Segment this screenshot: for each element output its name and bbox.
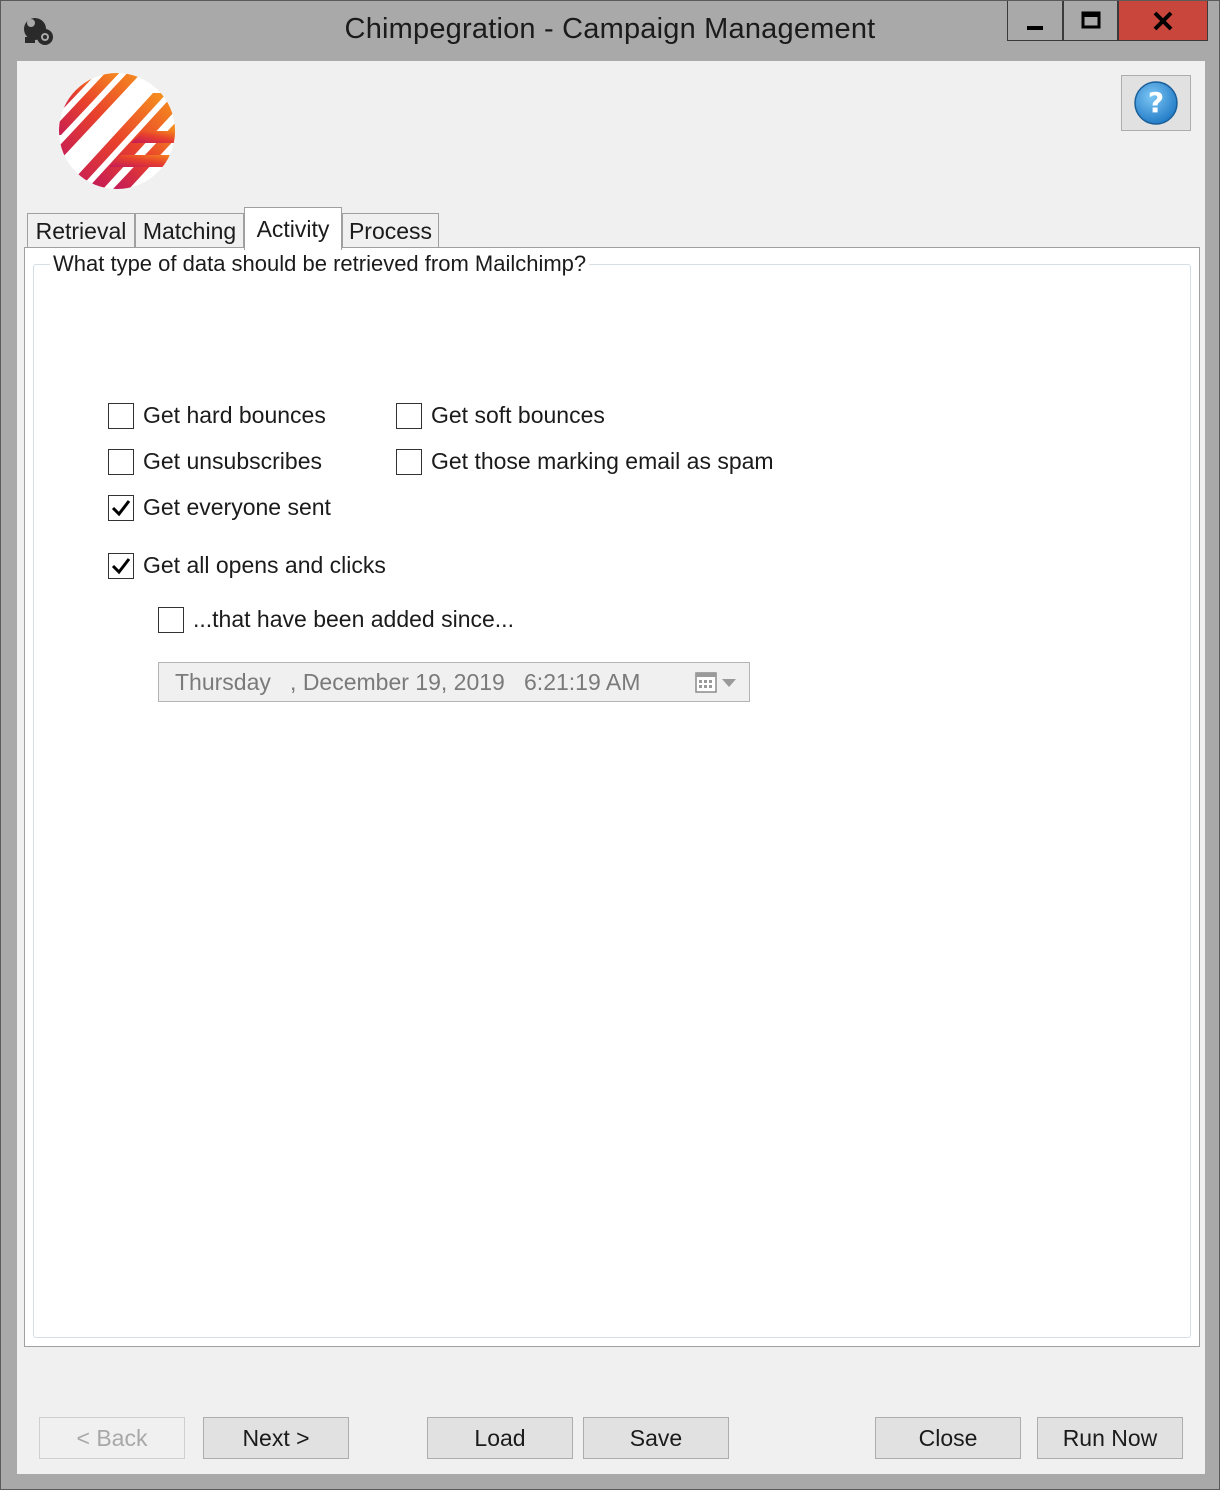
- checkbox-box[interactable]: [158, 606, 184, 633]
- checkbox-box[interactable]: [108, 402, 134, 429]
- hard-bounces-checkbox[interactable]: Get hard bounces: [108, 402, 326, 429]
- checkbox-box[interactable]: [396, 402, 422, 429]
- checkbox-label: ...that have been added since...: [193, 606, 514, 632]
- load-button[interactable]: Load: [427, 1417, 573, 1459]
- tab-activity[interactable]: Activity: [244, 207, 342, 250]
- close-icon: [1153, 11, 1173, 30]
- close-button[interactable]: Close: [875, 1417, 1021, 1459]
- company-logo: [59, 73, 175, 189]
- checkmark-icon: [111, 499, 131, 516]
- tab-process[interactable]: Process: [342, 213, 439, 249]
- checkbox-box[interactable]: [396, 448, 422, 475]
- tab-retrieval[interactable]: Retrieval: [27, 213, 135, 249]
- maximize-button[interactable]: [1063, 1, 1118, 41]
- run-now-button[interactable]: Run Now: [1037, 1417, 1183, 1459]
- save-button[interactable]: Save: [583, 1417, 729, 1459]
- date-value: Thursday , December 19, 2019 6:21:19 AM: [175, 669, 641, 695]
- checkmark-icon: [111, 557, 131, 574]
- chevron-down-icon[interactable]: [722, 679, 736, 687]
- svg-text:?: ?: [1148, 86, 1164, 119]
- back-button[interactable]: < Back: [39, 1417, 185, 1459]
- everyone-sent-checkbox[interactable]: Get everyone sent: [108, 494, 331, 521]
- activity-tab-page: What type of data should be retrieved fr…: [24, 247, 1200, 1347]
- unsubscribes-checkbox[interactable]: Get unsubscribes: [108, 448, 322, 475]
- help-icon: ?: [1134, 81, 1178, 125]
- checkbox-label: Get soft bounces: [431, 402, 605, 428]
- app-window: Chimpegration - Campaign Management ? Re…: [0, 0, 1220, 1490]
- minimize-icon: [1027, 25, 1043, 30]
- help-button[interactable]: ?: [1121, 75, 1191, 131]
- calendar-icon[interactable]: [695, 671, 717, 693]
- tab-matching[interactable]: Matching: [135, 213, 244, 249]
- checkbox-box[interactable]: [108, 552, 134, 579]
- checkbox-label: Get unsubscribes: [143, 448, 322, 474]
- title-bar[interactable]: Chimpegration - Campaign Management: [1, 1, 1219, 61]
- maximize-icon: [1081, 11, 1100, 28]
- checkbox-box[interactable]: [108, 448, 134, 475]
- group-title: What type of data should be retrieved fr…: [50, 251, 590, 277]
- spam-checkbox[interactable]: Get those marking email as spam: [396, 448, 774, 475]
- minimize-button[interactable]: [1007, 1, 1063, 41]
- opens-clicks-checkbox[interactable]: Get all opens and clicks: [108, 552, 386, 579]
- soft-bounces-checkbox[interactable]: Get soft bounces: [396, 402, 605, 429]
- checkbox-box[interactable]: [108, 494, 134, 521]
- retrieval-options-group: What type of data should be retrieved fr…: [33, 251, 1191, 1338]
- since-date-picker[interactable]: Thursday , December 19, 2019 6:21:19 AM: [158, 662, 750, 702]
- checkbox-label: Get hard bounces: [143, 402, 326, 428]
- next-button[interactable]: Next >: [203, 1417, 349, 1459]
- added-since-checkbox[interactable]: ...that have been added since...: [158, 606, 514, 633]
- checkbox-label: Get those marking email as spam: [431, 448, 774, 474]
- window-client-area: ? Retrieval Matching Activity Process Wh…: [17, 61, 1205, 1474]
- close-window-button[interactable]: [1118, 1, 1208, 41]
- checkbox-label: Get everyone sent: [143, 494, 331, 520]
- checkbox-label: Get all opens and clicks: [143, 552, 386, 578]
